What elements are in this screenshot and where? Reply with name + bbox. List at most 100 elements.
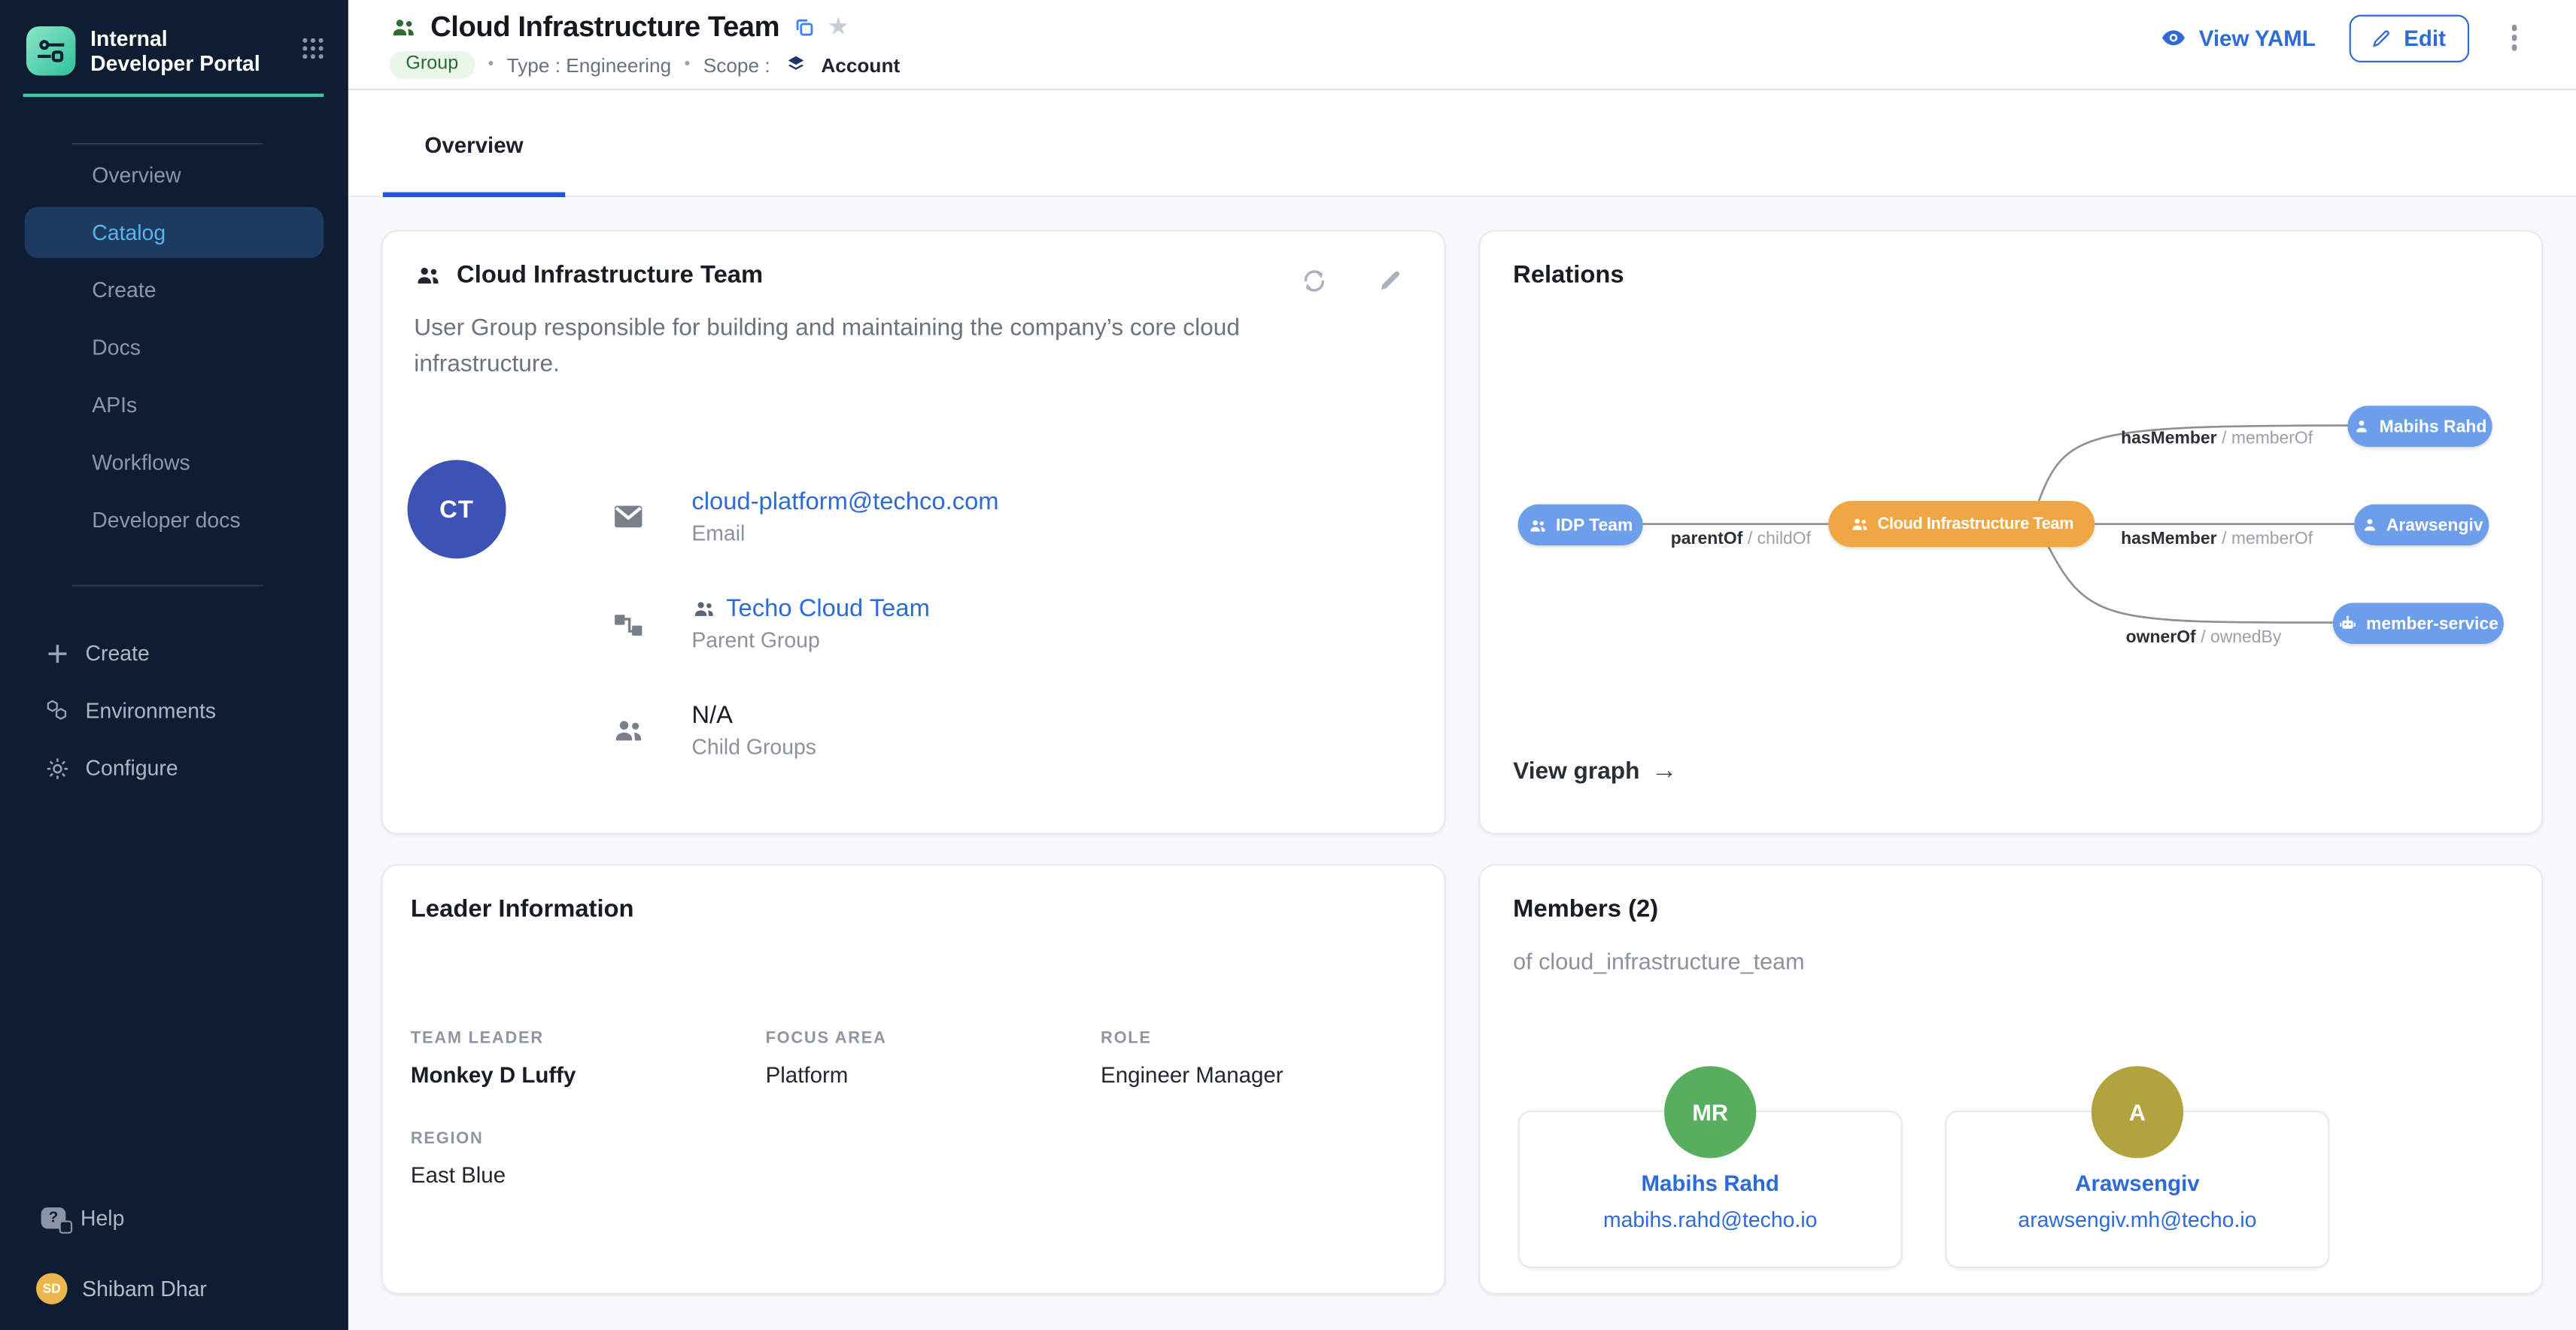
field-label: Child Groups [691,734,816,759]
page-title: Cloud Infrastructure Team [430,9,779,44]
group-icon [1850,514,1870,533]
entity-badge: Group [390,51,475,79]
edge-label-parentof: parentOf/ childOf [1671,529,1811,548]
field-value-region: East Blue [411,1163,506,1188]
sidebar-item-label: Docs [92,335,141,360]
entity-type: Type : Engineering [507,53,672,77]
view-yaml-label: View YAML [2199,26,2316,50]
group-icon [414,261,442,289]
grid-icon[interactable] [301,26,326,61]
edge-label-ownerof: ownerOf/ ownedBy [2126,627,2282,647]
page-header: Cloud Infrastructure Team ★ Group • Type… [348,0,2576,90]
main-area: Cloud Infrastructure Team ★ Group • Type… [348,0,2576,1330]
view-graph-label: View graph [1513,759,1639,785]
avatar: A [2091,1066,2183,1158]
field-label-focus-area: FOCUS AREA [766,1030,887,1048]
graph-node-member-service[interactable]: member-service [2333,603,2504,644]
graph-node-label: Cloud Infrastructure Team [1878,515,2073,533]
group-card-title: Cloud Infrastructure Team [457,261,763,289]
sidebar-item-create[interactable]: Create [0,261,348,318]
user-name: Shibam Dhar [82,1277,207,1301]
view-graph-link[interactable]: View graph → [1513,758,1678,787]
sidebar-item-developer-docs[interactable]: Developer docs [0,491,348,548]
edit-button[interactable]: Edit [2349,14,2468,62]
sidebar-item-docs[interactable]: Docs [0,319,348,376]
email-link[interactable]: cloud-platform@techco.com [691,488,998,516]
layers-icon [783,53,808,77]
member-email-link[interactable]: mabihs.rahd@techo.io [1520,1207,1901,1232]
relations-card: Relations IDP Team [1478,230,2543,835]
edit-label: Edit [2404,26,2446,50]
child-groups-value: N/A [691,701,816,729]
copy-icon[interactable] [793,16,814,37]
field-parent-group: Techo Cloud Team Parent Group [609,594,998,651]
sidebar-tool-label: Configure [86,755,178,780]
member-name-link[interactable]: Mabihs Rahd [1520,1171,1901,1196]
kebab-menu-icon[interactable] [2502,19,2527,57]
edge-label-hasmember-bottom: hasMember/ memberOf [2121,529,2313,548]
content-area: Cloud Infrastructure Team [348,197,2576,1330]
sidebar-item-label: APIs [92,393,137,418]
member-card-arawsengiv[interactable]: A Arawsengiv arawsengiv.mh@techo.io [1945,1110,2329,1268]
group-fields: cloud-platform@techco.com Email [609,488,998,809]
parent-group-name: Techo Cloud Team [726,594,930,622]
entity-scope-value: Account [821,53,900,77]
tab-label: Overview [424,133,523,158]
member-name-link[interactable]: Arawsengiv [1947,1171,2328,1196]
group-description: User Group responsible for building and … [414,311,1260,383]
sidebar-divider [72,585,263,586]
tab-overview[interactable]: Overview [383,90,565,197]
group-icon [1528,515,1548,535]
graph-node-label: Mabihs Rahd [2380,417,2487,436]
sidebar-divider [72,143,263,144]
members-title: Members (2) [1513,895,1658,923]
star-icon[interactable]: ★ [827,14,849,39]
person-icon [2360,516,2378,534]
logo-circuit-icon [33,33,69,69]
sidebar-item-label: Overview [92,162,181,187]
meta-separator: • [685,56,691,74]
help-button[interactable]: ? Help [0,1206,348,1231]
hexagons-icon [44,697,71,724]
sidebar-tool-configure[interactable]: Configure [0,739,348,797]
members-subtitle: of cloud_infrastructure_team [1513,948,1804,974]
help-label: Help [80,1206,124,1231]
avatar: CT [408,460,506,558]
graph-node-cloud-infrastructure-team[interactable]: Cloud Infrastructure Team [1828,501,2095,547]
field-label-role: ROLE [1101,1030,1152,1048]
graph-node-mabihs-rahd[interactable]: Mabihs Rahd [2347,405,2492,447]
user-menu[interactable]: SD Shibam Dhar [0,1273,348,1304]
sidebar-item-catalog[interactable]: Catalog [25,207,324,258]
sidebar-item-label: Developer docs [92,508,240,533]
sidebar-tool-label: Environments [86,698,217,723]
parent-group-link[interactable]: Techo Cloud Team [691,594,930,622]
members-card: Members (2) of cloud_infrastructure_team… [1478,864,2543,1295]
view-yaml-button[interactable]: View YAML [2161,25,2316,51]
person-icon [2353,418,2371,436]
sidebar: Internal Developer Portal Overview Catal… [0,0,348,1330]
sidebar-item-overview[interactable]: Overview [0,146,348,203]
refresh-icon[interactable] [1299,266,1329,296]
eye-icon [2161,25,2188,51]
sidebar-tool-create[interactable]: Create [0,624,348,682]
group-icon [390,12,418,40]
tree-icon [609,606,646,641]
robot-icon [2338,614,2358,633]
sidebar-item-apis[interactable]: APIs [0,376,348,433]
field-label-team-leader: TEAM LEADER [411,1030,544,1048]
sidebar-item-workflows[interactable]: Workflows [0,433,348,490]
graph-node-arawsengiv[interactable]: Arawsengiv [2354,504,2489,545]
member-email-link[interactable]: arawsengiv.mh@techo.io [1947,1207,2328,1232]
graph-node-label: Arawsengiv [2386,515,2483,535]
graph-node-idp-team[interactable]: IDP Team [1518,504,1643,545]
plus-icon [44,642,71,665]
sidebar-spacer [0,797,348,1206]
pencil-icon[interactable] [1377,266,1405,296]
group-icon [609,713,646,748]
app-logo[interactable] [26,26,76,76]
edge-label-hasmember-top: hasMember/ memberOf [2121,429,2313,448]
sidebar-tool-environments[interactable]: Environments [0,682,348,739]
field-child-groups: N/A Child Groups [609,701,998,758]
member-card-mabihs-rahd[interactable]: MR Mabihs Rahd mabihs.rahd@techo.io [1518,1110,1903,1268]
group-icon [691,597,716,621]
